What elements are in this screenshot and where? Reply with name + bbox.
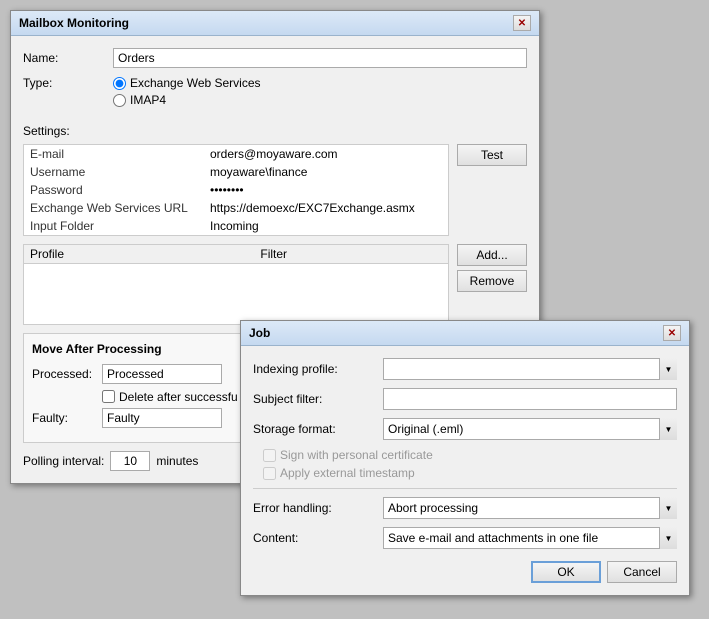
imap4-radio[interactable] <box>113 94 126 107</box>
main-title-bar: Mailbox Monitoring ✕ <box>11 11 539 36</box>
indexing-profile-row: Indexing profile: ▼ <box>253 358 677 380</box>
processed-label: Processed: <box>32 367 102 381</box>
field-value: orders@moyaware.com <box>204 145 448 163</box>
indexing-profile-select[interactable] <box>383 358 677 380</box>
field-value: •••••••• <box>204 181 448 199</box>
test-button[interactable]: Test <box>457 144 527 166</box>
timestamp-checkbox[interactable] <box>263 467 276 480</box>
type-radio-group: Exchange Web Services IMAP4 <box>113 76 261 110</box>
storage-format-select[interactable]: Original (.eml) PDF TIFF <box>383 418 677 440</box>
delete-label: Delete after successfu <box>119 390 238 404</box>
delete-checkbox[interactable] <box>102 390 115 403</box>
main-window-title: Mailbox Monitoring <box>19 16 129 30</box>
storage-format-row: Storage format: Original (.eml) PDF TIFF… <box>253 418 677 440</box>
polling-label: Polling interval: <box>23 454 104 468</box>
job-title-bar: Job ✕ <box>241 321 689 346</box>
settings-table: E-mail orders@moyaware.com Username moya… <box>23 144 449 236</box>
subject-filter-label: Subject filter: <box>253 392 383 406</box>
field-label: E-mail <box>24 145 204 163</box>
polling-input[interactable] <box>110 451 150 471</box>
subject-filter-row: Subject filter: <box>253 388 677 410</box>
content-select[interactable]: Save e-mail and attachments in one file … <box>383 527 677 549</box>
type-label: Type: <box>23 76 113 90</box>
error-handling-label: Error handling: <box>253 501 383 515</box>
timestamp-label: Apply external timestamp <box>280 466 415 480</box>
job-title-buttons: ✕ <box>663 325 681 341</box>
subject-filter-input[interactable] <box>383 388 677 410</box>
imap4-label: IMAP4 <box>130 93 166 107</box>
sign-cert-checkbox[interactable] <box>263 449 276 462</box>
field-value: https://demoexc/EXC7Exchange.asmx <box>204 199 448 217</box>
filter-header: Filter <box>254 245 448 264</box>
dialog-footer: OK Cancel <box>253 561 677 583</box>
content-label: Content: <box>253 531 383 545</box>
job-dialog: Job ✕ Indexing profile: ▼ Subject filter… <box>240 320 690 596</box>
table-row: Password •••••••• <box>24 181 448 199</box>
sign-cert-label: Sign with personal certificate <box>280 448 433 462</box>
job-close-button[interactable]: ✕ <box>663 325 681 341</box>
storage-format-select-wrapper: Original (.eml) PDF TIFF ▼ <box>383 418 677 440</box>
exchange-label: Exchange Web Services <box>130 76 261 90</box>
error-handling-select-wrapper: Abort processing Skip Retry ▼ <box>383 497 677 519</box>
profile-header-row: Profile Filter <box>24 245 448 264</box>
settings-left: E-mail orders@moyaware.com Username moya… <box>23 144 449 244</box>
faulty-input[interactable] <box>102 408 222 428</box>
field-label: Username <box>24 163 204 181</box>
exchange-radio[interactable] <box>113 77 126 90</box>
table-row: Username moyaware\finance <box>24 163 448 181</box>
close-button[interactable]: ✕ <box>513 15 531 31</box>
name-row: Name: <box>23 48 527 68</box>
error-handling-select[interactable]: Abort processing Skip Retry <box>383 497 677 519</box>
content-select-wrapper: Save e-mail and attachments in one file … <box>383 527 677 549</box>
field-value: Incoming <box>204 217 448 235</box>
profile-buttons: Add... Remove <box>457 244 527 292</box>
exchange-radio-row: Exchange Web Services <box>113 76 261 90</box>
sign-cert-row: Sign with personal certificate <box>263 448 677 462</box>
imap4-radio-row: IMAP4 <box>113 93 261 107</box>
content-row: Content: Save e-mail and attachments in … <box>253 527 677 549</box>
field-label: Password <box>24 181 204 199</box>
test-btn-area: Test <box>457 144 527 166</box>
add-button[interactable]: Add... <box>457 244 527 266</box>
type-row: Type: Exchange Web Services IMAP4 <box>23 76 527 116</box>
title-bar-buttons: ✕ <box>513 15 531 31</box>
profile-header: Profile <box>24 245 254 264</box>
storage-format-label: Storage format: <box>253 422 383 436</box>
indexing-profile-label: Indexing profile: <box>253 362 383 376</box>
cancel-button[interactable]: Cancel <box>607 561 677 583</box>
divider <box>253 488 677 489</box>
job-dialog-title: Job <box>249 326 270 340</box>
minutes-label: minutes <box>156 454 198 468</box>
name-label: Name: <box>23 51 113 65</box>
settings-area: E-mail orders@moyaware.com Username moya… <box>23 144 527 244</box>
indexing-profile-select-wrapper: ▼ <box>383 358 677 380</box>
field-value: moyaware\finance <box>204 163 448 181</box>
ok-button[interactable]: OK <box>531 561 601 583</box>
field-label: Input Folder <box>24 217 204 235</box>
profile-table: Profile Filter <box>23 244 449 325</box>
table-row: Input Folder Incoming <box>24 217 448 235</box>
error-handling-row: Error handling: Abort processing Skip Re… <box>253 497 677 519</box>
processed-input[interactable] <box>102 364 222 384</box>
name-input[interactable] <box>113 48 527 68</box>
remove-button[interactable]: Remove <box>457 270 527 292</box>
field-label: Exchange Web Services URL <box>24 199 204 217</box>
table-row: Exchange Web Services URL https://demoex… <box>24 199 448 217</box>
settings-label: Settings: <box>23 124 527 138</box>
faulty-label: Faulty: <box>32 411 102 425</box>
timestamp-row: Apply external timestamp <box>263 466 677 480</box>
table-row: E-mail orders@moyaware.com <box>24 145 448 163</box>
